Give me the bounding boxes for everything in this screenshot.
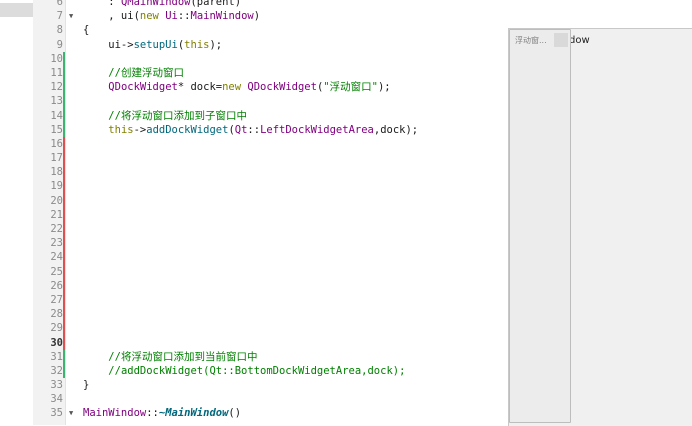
change-marker [63,193,65,208]
line-number: 6 [56,0,63,8]
code-text: this->addDockWidget(Qt::LeftDockWidgetAr… [108,123,419,136]
code-line[interactable]: 6 : QMainWindow(parent) [33,0,692,9]
line-number: 20 [50,194,63,207]
line-number: 11 [50,66,63,79]
line-number: 33 [50,379,63,392]
line-number: 35 [50,407,63,420]
code-text: //addDockWidget(Qt::BottomDockWidgetArea… [108,364,406,377]
line-number: 16 [50,137,63,150]
change-marker [63,335,65,350]
line-number: 8 [56,24,63,37]
change-marker [63,264,65,279]
code-text: } [83,379,90,392]
left-panel-tab[interactable] [0,3,33,17]
change-marker [63,65,65,81]
line-number: 10 [50,52,63,65]
line-number: 25 [50,265,63,278]
change-marker [63,292,65,308]
change-marker [63,307,65,322]
code-text: //创建浮动窗口 [108,66,184,79]
change-marker [63,80,65,95]
line-number: 13 [50,95,63,108]
fold-arrow-icon[interactable]: ▼ [69,9,73,23]
line-number: 30 [50,336,63,349]
fold-arrow-icon[interactable]: ▼ [69,406,73,420]
line-number: 15 [50,123,63,136]
line-number: 24 [50,251,63,264]
change-marker [63,222,65,237]
change-marker [63,151,65,166]
line-number: 29 [50,322,63,335]
code-text: ui->setupUi(this); [83,38,223,51]
line-number: 27 [50,293,63,306]
change-marker [63,122,65,137]
window-title: dow [569,35,590,46]
change-marker [63,94,65,109]
line-number: 32 [50,364,63,377]
change-marker [63,179,65,194]
dock-float-button[interactable] [554,33,568,47]
code-text: , ui(new Ui::MainWindow) [83,10,261,23]
line-number: 34 [50,393,63,406]
line-number: 23 [50,237,63,250]
code-text: //将浮动窗口添加到当前窗口中 [108,350,258,363]
line-number: 14 [50,109,63,122]
line-number: 26 [50,279,63,292]
line-number: 17 [50,152,63,165]
dock-title: 浮动窗... [515,36,547,45]
left-panel-strip [0,0,34,425]
change-marker [63,321,65,336]
line-number: 21 [50,208,63,221]
running-app-window[interactable]: dow 浮动窗... [508,28,692,426]
change-marker [63,363,65,379]
line-number: 12 [50,81,63,94]
change-marker [63,165,65,180]
line-number: 7 [56,10,63,23]
change-marker [63,136,65,152]
code-text: QDockWidget* dock=new QDockWidget("浮动窗口"… [108,81,391,94]
code-text: { [83,24,90,37]
code-text: MainWindow::~MainWindow() [83,407,242,420]
line-number: 18 [50,166,63,179]
line-number: 31 [50,350,63,363]
change-marker [63,108,65,123]
line-number: 28 [50,308,63,321]
code-line[interactable]: 7 ▼ , ui(new Ui::MainWindow) [33,9,692,23]
change-marker [63,51,65,66]
change-marker [63,250,65,265]
line-number: 19 [50,180,63,193]
change-marker [63,236,65,251]
line-number: 9 [56,38,63,51]
line-number: 22 [50,223,63,235]
change-marker [63,207,65,222]
change-marker [63,349,65,364]
floating-dock-widget[interactable]: 浮动窗... [509,29,571,423]
code-text: //将浮动窗口添加到子窗口中 [108,109,247,122]
code-text: : QMainWindow(parent) [83,0,242,8]
change-marker [63,278,65,293]
